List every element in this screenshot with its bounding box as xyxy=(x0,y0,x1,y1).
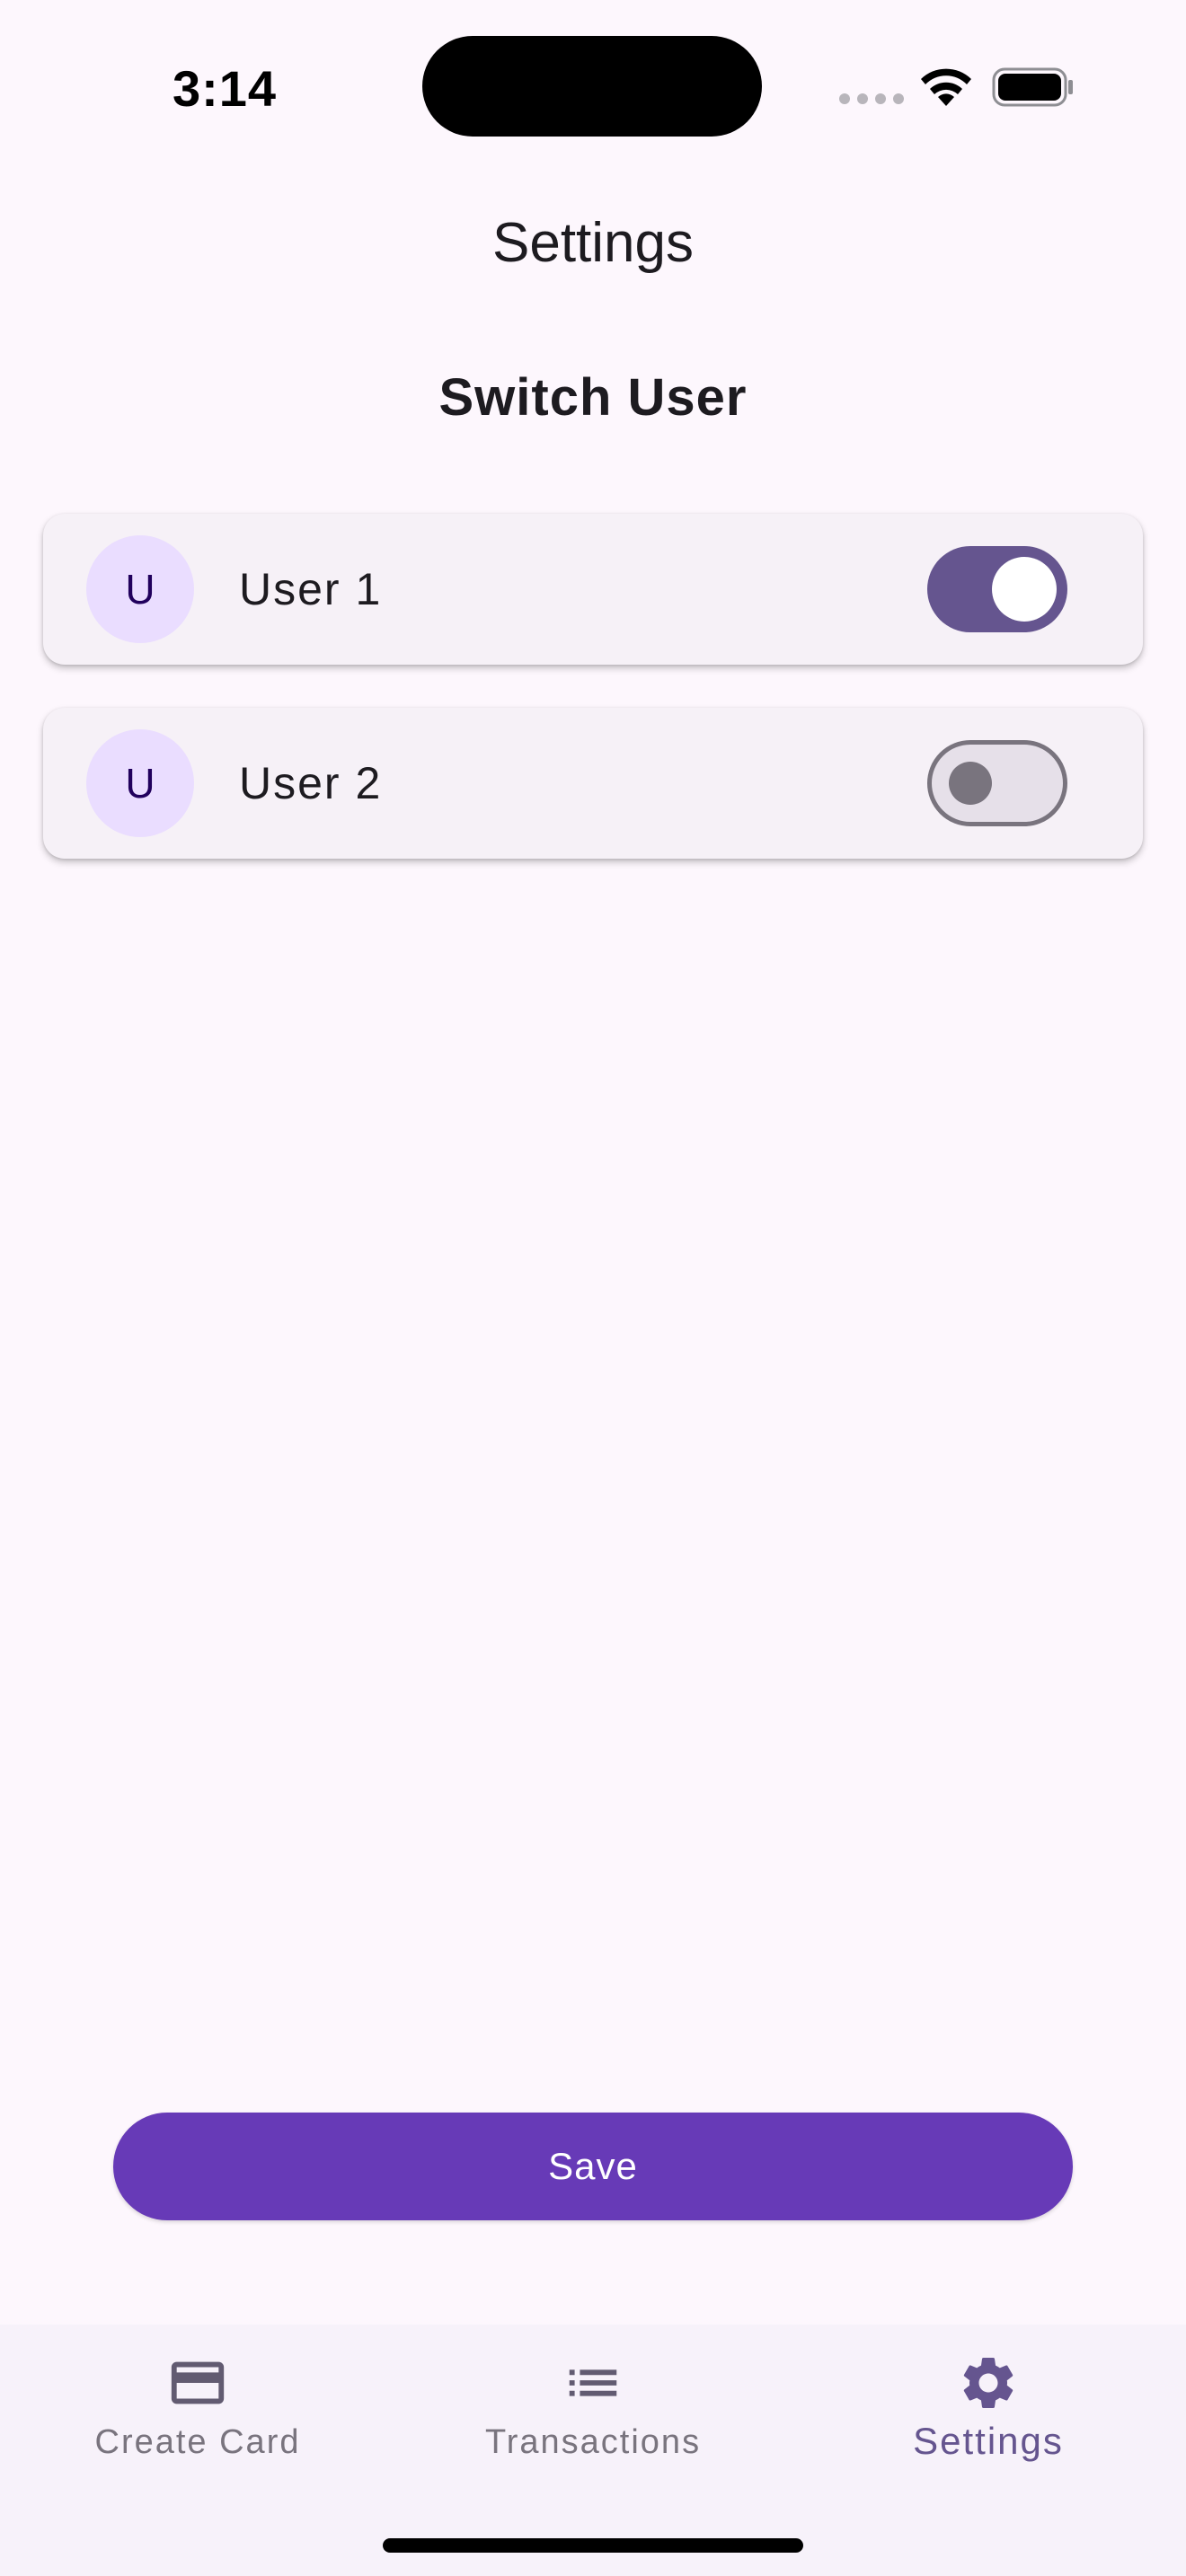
page-title: Settings xyxy=(491,212,695,274)
nav-item-transactions[interactable]: Transactions xyxy=(395,2325,791,2504)
avatar: U xyxy=(86,535,194,643)
nav-item-create-card[interactable]: Create Card xyxy=(0,2325,395,2504)
user-name: User 1 xyxy=(239,564,383,614)
cellular-signal-icon xyxy=(839,93,904,104)
wifi-icon xyxy=(921,68,971,106)
credit-card-icon xyxy=(171,2361,225,2404)
battery-icon xyxy=(992,67,1073,107)
section-title: Switch User xyxy=(438,368,748,427)
status-time: 3:14 xyxy=(172,59,278,117)
toggle-thumb xyxy=(992,557,1057,622)
dynamic-island xyxy=(422,36,762,137)
user-2-toggle[interactable] xyxy=(927,740,1067,826)
nav-label: Create Card xyxy=(94,2423,301,2461)
user-card-2[interactable]: U User 2 xyxy=(43,708,1143,859)
user-card-1[interactable]: U User 1 xyxy=(43,514,1143,665)
home-indicator[interactable] xyxy=(383,2538,803,2553)
user-1-toggle[interactable] xyxy=(927,546,1067,632)
nav-label: Transactions xyxy=(484,2423,702,2461)
nav-label: Settings xyxy=(913,2420,1064,2462)
nav-item-settings[interactable]: Settings xyxy=(791,2325,1186,2504)
list-icon xyxy=(569,2369,617,2396)
avatar: U xyxy=(86,729,194,837)
toggle-thumb xyxy=(949,762,992,805)
save-button[interactable]: Save xyxy=(113,2113,1073,2220)
user-name: User 2 xyxy=(239,758,383,808)
gear-icon xyxy=(963,2358,1013,2408)
